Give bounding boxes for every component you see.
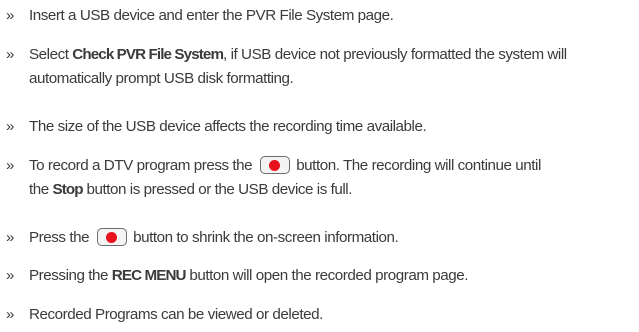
record-button-icon xyxy=(97,228,128,246)
keyword-check-pvr-file-system: Check PVR File System xyxy=(72,46,224,63)
text-segment: button is pressed or the USB device is f… xyxy=(82,181,353,198)
text-segment: Press the xyxy=(29,229,90,246)
bullet-mark: » xyxy=(6,229,14,246)
keyword-rec-menu: REC MENU xyxy=(111,267,187,284)
text-segment: button. The recording will continue unti… xyxy=(296,157,541,174)
bullet-mark: » xyxy=(6,157,14,174)
text-segment: button to shrink the on-screen informati… xyxy=(133,229,399,246)
record-button-icon xyxy=(260,156,291,174)
bullet-mark: » xyxy=(6,118,14,135)
list-item-text: The size of the USB device affects the r… xyxy=(29,118,427,135)
list-item-text: the Stop button is pressed or the USB de… xyxy=(29,178,639,202)
list-item-text: Select Check PVR File System, if USB dev… xyxy=(29,43,639,67)
list-item-text: Pressing the REC MENU button will open t… xyxy=(29,264,639,288)
bullet-mark: » xyxy=(6,46,14,63)
list-item-text: Recorded Programs can be viewed or delet… xyxy=(29,306,323,323)
manual-page: » Insert a USB device and enter the PVR … xyxy=(0,0,639,332)
list-item-text: Insert a USB device and enter the PVR Fi… xyxy=(29,7,394,24)
text-segment: Pressing the xyxy=(29,267,112,284)
list-item-text: automatically prompt USB disk formatting… xyxy=(29,70,294,87)
list-item-text: To record a DTV program press the button.… xyxy=(29,154,639,178)
bullet-mark: » xyxy=(6,7,14,24)
text-segment: button will open the recorded program pa… xyxy=(185,267,469,284)
list-item-text: Press the button to shrink the on-screen … xyxy=(29,226,639,250)
text-segment: the xyxy=(29,181,53,198)
text-segment: , if USB device not previously formatted… xyxy=(223,46,567,63)
text-segment: Select xyxy=(29,46,73,63)
bullet-mark: » xyxy=(6,306,14,323)
text-segment: To record a DTV program press the xyxy=(29,157,253,174)
bullet-mark: » xyxy=(6,267,14,284)
keyword-stop: Stop xyxy=(52,181,84,198)
